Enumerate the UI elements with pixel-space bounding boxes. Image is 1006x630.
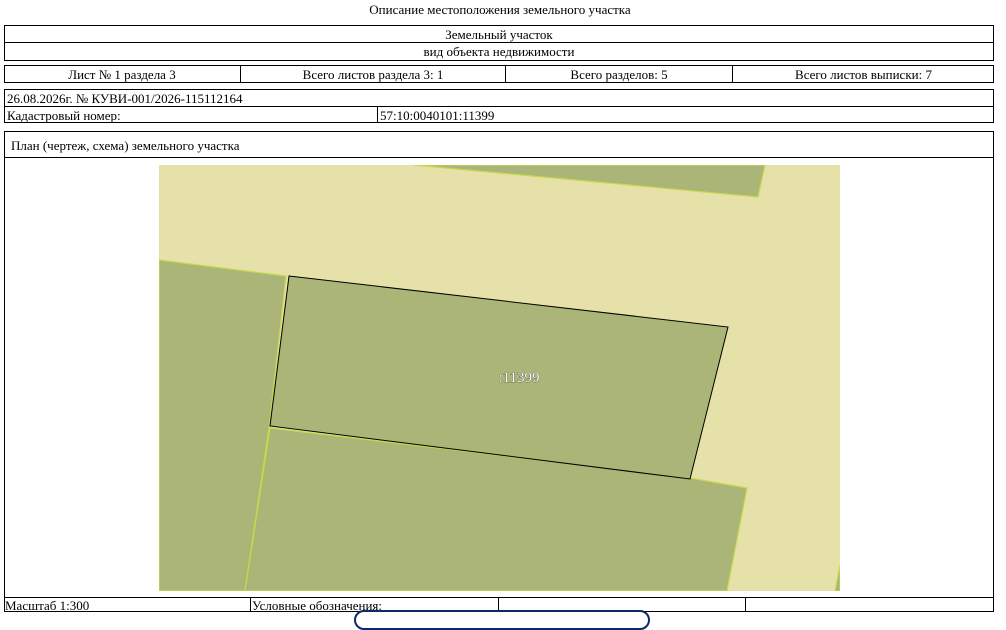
document-title: Описание местоположения земельного участ… xyxy=(369,2,631,17)
cadastral-label: Кадастровый номер: xyxy=(7,108,121,123)
cadastral-divider xyxy=(377,106,378,123)
footer-divider xyxy=(745,597,746,612)
object-type-caption: вид объекта недвижимости xyxy=(423,44,575,59)
footer-divider xyxy=(250,597,251,612)
sheets-in-section: Всего листов раздела 3: 1 xyxy=(302,67,444,82)
statement-date-number: 26.08.2026г. № КУВИ-001/2026-115112164 xyxy=(7,91,243,106)
object-name: Земельный участок xyxy=(445,27,553,42)
plan-heading: План (чертеж, схема) земельного участка xyxy=(11,138,240,153)
legend-sample-symbol xyxy=(354,610,650,630)
parcel-label: :11399 xyxy=(498,370,539,386)
cadastral-number: 57:10:0040101:11399 xyxy=(380,108,495,123)
cadastral-plan-map: :11399 xyxy=(159,165,840,591)
sheet-number: Лист № 1 раздела 3 xyxy=(68,67,176,82)
scale-label: Масштаб 1:300 xyxy=(5,598,90,613)
sections-total: Всего разделов: 5 xyxy=(570,67,668,82)
sheets-total: Всего листов выписки: 7 xyxy=(795,67,932,82)
